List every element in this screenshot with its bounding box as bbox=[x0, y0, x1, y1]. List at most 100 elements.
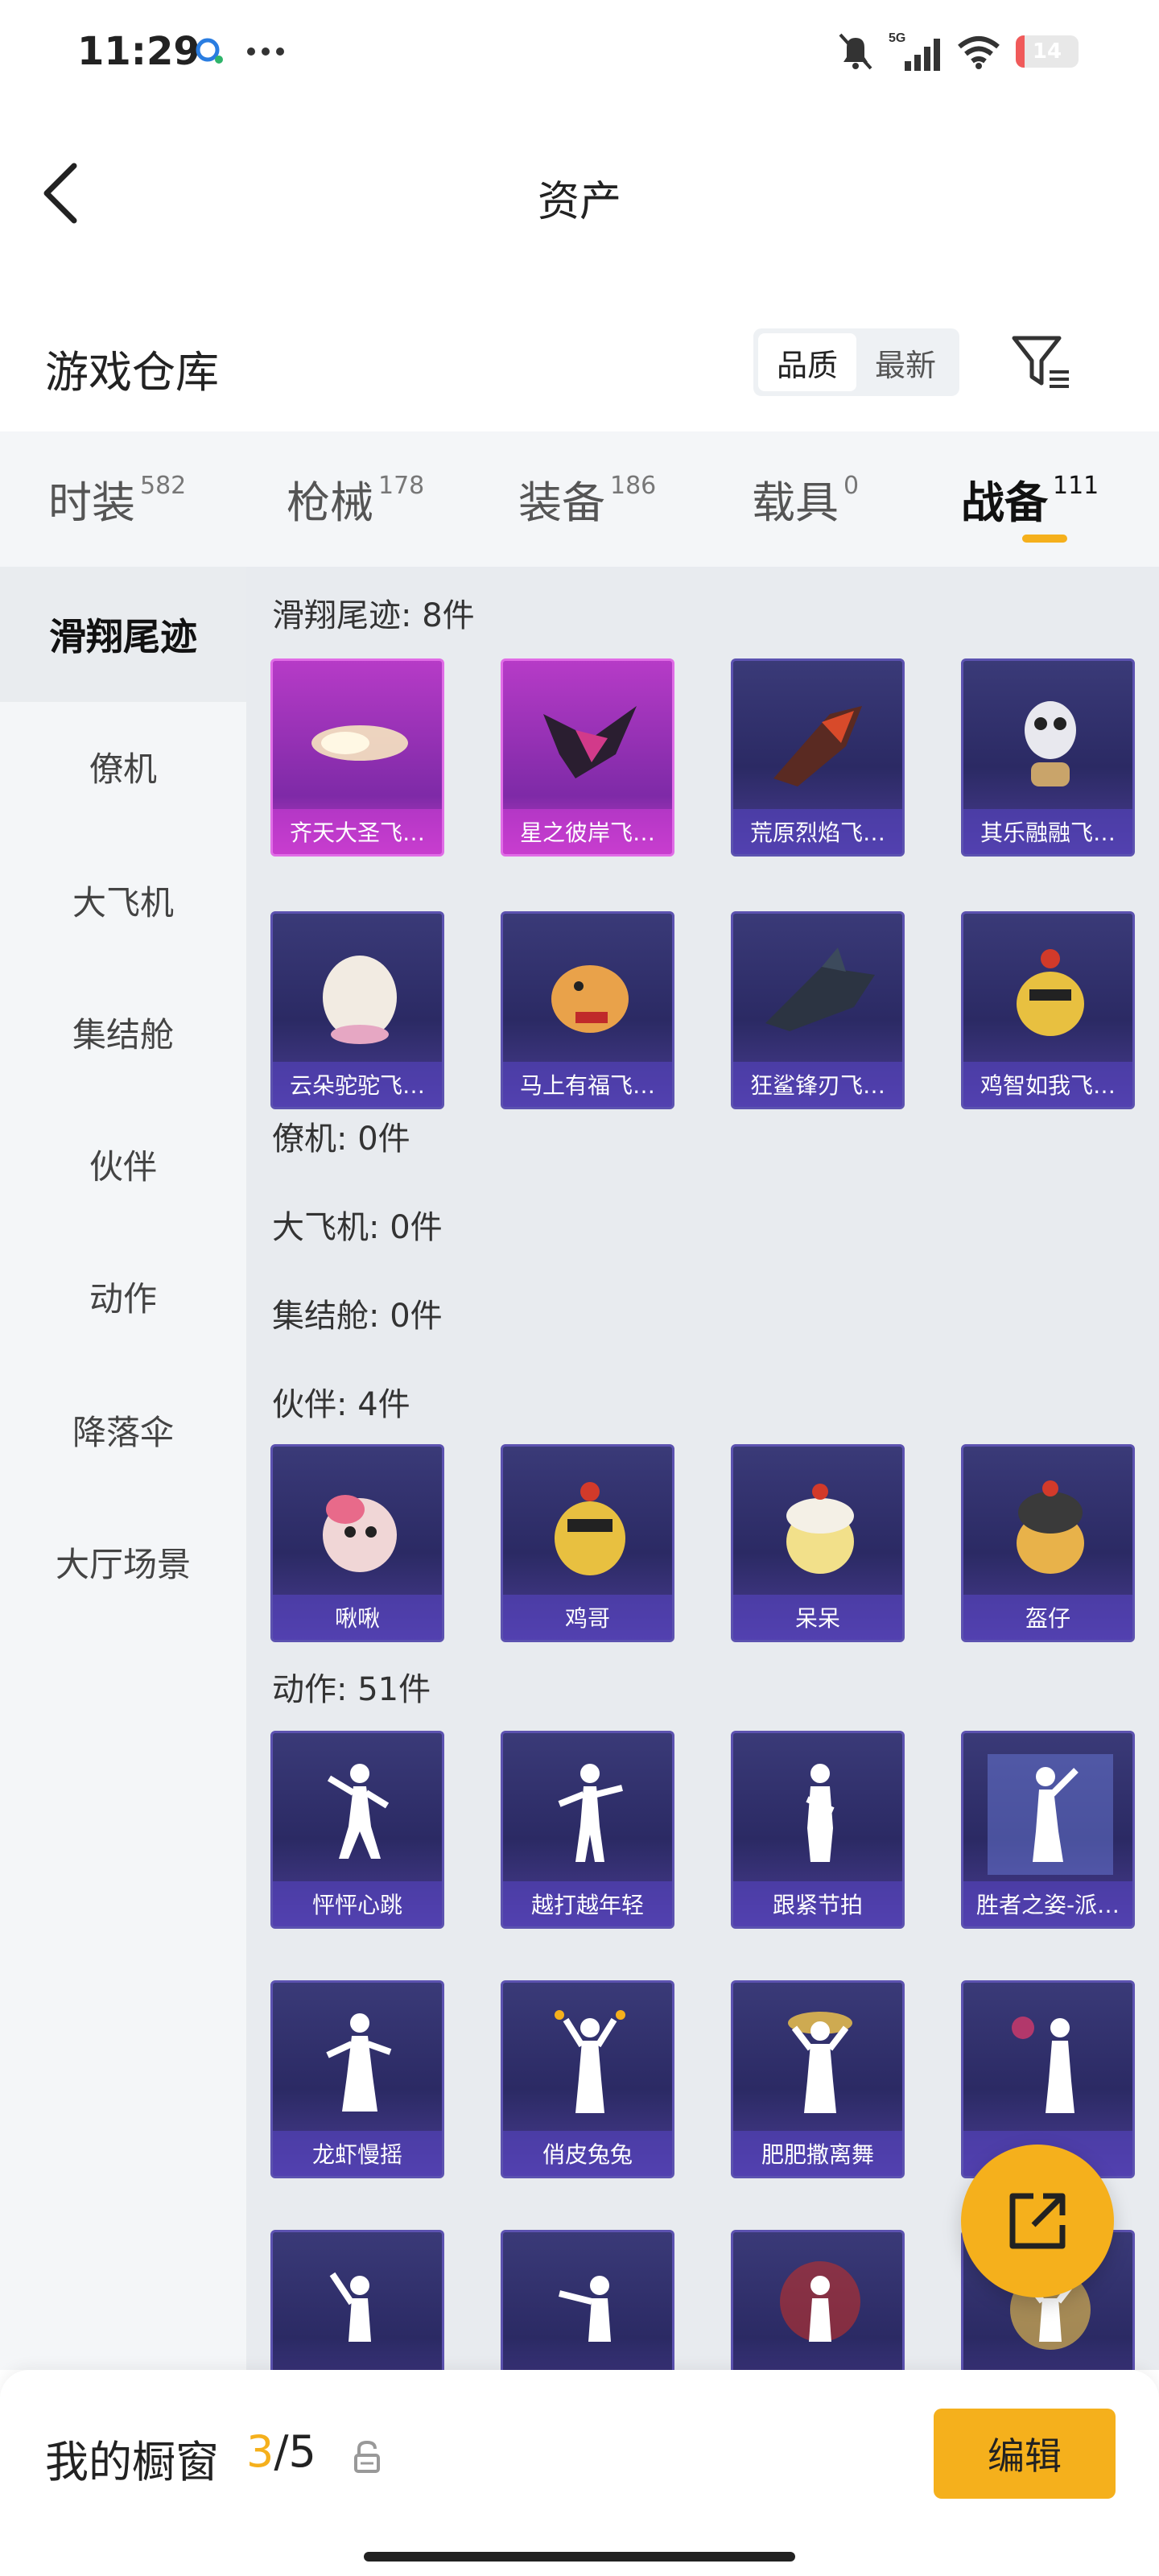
item-card[interactable]: 盔仔 bbox=[961, 1444, 1135, 1642]
sidebar-item-emote[interactable]: 动作 bbox=[0, 1228, 246, 1364]
sort-toggle: 品质 最新 bbox=[753, 328, 959, 396]
category-tabs: 时装 582 枪械 178 装备 186 载具 0 战备 111 bbox=[0, 431, 1159, 567]
item-card[interactable] bbox=[731, 2230, 905, 2370]
item-card[interactable]: 其乐融融飞… bbox=[961, 658, 1135, 857]
bottom-bar: 我的橱窗 3/5 编辑 bbox=[0, 2370, 1159, 2576]
item-label: 星之彼岸飞… bbox=[503, 809, 672, 854]
item-card[interactable]: 呆呆 bbox=[731, 1444, 905, 1642]
mute-bell-icon bbox=[839, 33, 872, 70]
item-label: 啾啾 bbox=[273, 1595, 442, 1640]
item-label: 马上有福飞… bbox=[503, 1062, 672, 1107]
more-dots-icon bbox=[247, 47, 284, 56]
status-bar: 11:29 5G 14 bbox=[0, 0, 1159, 105]
wifi-icon bbox=[958, 36, 1000, 69]
item-card[interactable]: 啾啾 bbox=[270, 1444, 444, 1642]
tab-count: 186 bbox=[610, 472, 657, 500]
sidebar-item-wingman[interactable]: 僚机 bbox=[0, 699, 246, 834]
item-card[interactable]: 云朵驼驼飞… bbox=[270, 911, 444, 1109]
showcase-count-current: 3 bbox=[246, 2426, 274, 2477]
item-art bbox=[326, 2013, 392, 2112]
sidebar-item-lobby-scene[interactable]: 大厅场景 bbox=[0, 1494, 246, 1629]
item-card[interactable]: 鸡哥 bbox=[501, 1444, 674, 1642]
item-card[interactable]: 俏皮兔兔 bbox=[501, 1980, 674, 2178]
item-art bbox=[786, 1484, 854, 1574]
nav-bar: 资产 bbox=[0, 129, 1159, 250]
chat-bubble-icon bbox=[196, 38, 223, 64]
status-time: 11:29 bbox=[77, 29, 200, 74]
item-label: 其乐融融飞… bbox=[963, 809, 1132, 854]
showcase-title: 我的橱窗 bbox=[45, 2437, 219, 2487]
item-art bbox=[1025, 701, 1076, 786]
warehouse-title: 游戏仓库 bbox=[45, 347, 219, 398]
item-card[interactable]: 荒原烈焰飞… bbox=[731, 658, 905, 857]
item-art bbox=[559, 2276, 611, 2342]
filter-icon[interactable] bbox=[1009, 330, 1074, 394]
item-art bbox=[555, 1482, 625, 1575]
item-label: 荒原烈焰飞… bbox=[733, 809, 902, 854]
item-label: 狂鲨锋刃飞… bbox=[733, 1062, 902, 1107]
item-art bbox=[780, 2261, 860, 2342]
tab-label: 枪械 bbox=[287, 477, 373, 528]
lock-icon bbox=[354, 2441, 380, 2473]
tab-equipment[interactable]: 装备 186 bbox=[518, 467, 656, 530]
edit-button[interactable]: 编辑 bbox=[934, 2409, 1116, 2499]
item-card[interactable] bbox=[501, 2230, 674, 2370]
item-card[interactable]: 跟紧节拍 bbox=[731, 1731, 905, 1929]
item-label: 越打越年轻 bbox=[503, 1881, 672, 1926]
item-art bbox=[1017, 1480, 1084, 1574]
sidebar-item-glide-trail[interactable]: 滑翔尾迹 bbox=[0, 567, 246, 702]
tab-label: 装备 bbox=[518, 477, 605, 528]
item-card[interactable]: 肥肥撒离舞 bbox=[731, 1980, 905, 2178]
item-card[interactable]: 龙虾慢摇 bbox=[270, 1980, 444, 2178]
item-card[interactable]: 马上有福飞… bbox=[501, 911, 674, 1109]
home-indicator bbox=[364, 2552, 795, 2562]
item-art bbox=[788, 2012, 852, 2113]
sort-quality[interactable]: 品质 bbox=[758, 333, 856, 391]
item-card[interactable]: 狂鲨锋刃飞… bbox=[731, 911, 905, 1109]
tab-count: 0 bbox=[843, 472, 860, 500]
tab-vehicles[interactable]: 载具 0 bbox=[752, 467, 859, 530]
section-title-pod: 集结舱: 0件 bbox=[272, 1298, 443, 1335]
active-tab-underline bbox=[1022, 535, 1067, 543]
section-title-plane: 大飞机: 0件 bbox=[272, 1209, 443, 1246]
item-art bbox=[806, 1764, 835, 1862]
sidebar-item-partner[interactable]: 伙伴 bbox=[0, 1096, 246, 1232]
section-title-partner: 伙伴: 4件 bbox=[272, 1386, 410, 1423]
item-art bbox=[543, 706, 637, 778]
item-card[interactable]: 鸡智如我飞… bbox=[961, 911, 1135, 1109]
item-art bbox=[765, 947, 875, 1031]
sidebar-item-rally-pod[interactable]: 集结舱 bbox=[0, 964, 246, 1100]
sidebar: 滑翔尾迹 僚机 大飞机 集结舱 伙伴 动作 降落伞 大厅场景 bbox=[0, 567, 246, 2370]
tab-count: 111 bbox=[1053, 472, 1099, 500]
share-external-icon bbox=[1009, 2193, 1066, 2249]
tab-count: 178 bbox=[378, 472, 425, 500]
item-label: 呆呆 bbox=[733, 1595, 902, 1640]
tab-combat-gear[interactable]: 战备 111 bbox=[961, 467, 1099, 530]
battery-indicator: 14 bbox=[1016, 35, 1079, 68]
svg-text:5G: 5G bbox=[889, 31, 905, 45]
tab-weapons[interactable]: 枪械 178 bbox=[287, 467, 424, 530]
item-art bbox=[327, 1764, 390, 1859]
item-card[interactable]: 胜者之姿-派… bbox=[961, 1731, 1135, 1929]
section-title-glide: 滑翔尾迹: 8件 bbox=[272, 597, 475, 634]
item-label: 齐天大圣飞… bbox=[273, 809, 442, 854]
sidebar-item-big-plane[interactable]: 大飞机 bbox=[0, 832, 246, 968]
tab-count: 582 bbox=[140, 472, 187, 500]
item-card[interactable] bbox=[270, 2230, 444, 2370]
item-card[interactable]: 齐天大圣飞… bbox=[270, 658, 444, 857]
item-label: 鸡智如我飞… bbox=[963, 1062, 1132, 1107]
item-card[interactable]: 怦怦心跳 bbox=[270, 1731, 444, 1929]
share-fab-button[interactable] bbox=[961, 2145, 1114, 2297]
sort-newest[interactable]: 最新 bbox=[856, 333, 955, 391]
item-card[interactable]: 星之彼岸飞… bbox=[501, 658, 674, 857]
showcase-count-total: /5 bbox=[274, 2426, 316, 2477]
item-card[interactable]: 越打越年轻 bbox=[501, 1731, 674, 1929]
tab-label: 战备 bbox=[961, 477, 1048, 528]
item-label: 盔仔 bbox=[963, 1595, 1132, 1640]
tab-fashion[interactable]: 时装 582 bbox=[48, 467, 186, 530]
sidebar-item-parachute[interactable]: 降落伞 bbox=[0, 1362, 246, 1497]
item-art bbox=[551, 965, 629, 1033]
item-label: 鸡哥 bbox=[503, 1595, 672, 1640]
item-label: 云朵驼驼飞… bbox=[273, 1062, 442, 1107]
status-left-icons bbox=[193, 37, 285, 66]
